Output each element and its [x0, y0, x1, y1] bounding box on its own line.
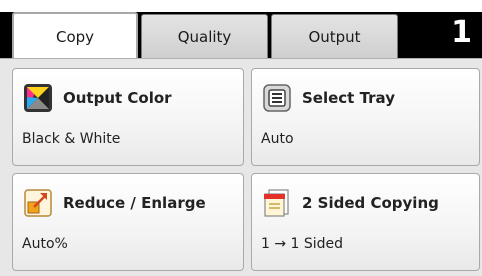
two-sided-copying-value: 1 → 1 Sided: [261, 236, 344, 252]
reduce-enlarge-value: Auto%: [22, 236, 68, 252]
tab-quality[interactable]: Quality: [141, 14, 268, 58]
two-sided-copying-title: 2 Sided Copying: [302, 194, 439, 212]
select-tray-icon: [263, 84, 291, 112]
reduce-enlarge-title: Reduce / Enlarge: [63, 194, 206, 212]
select-tray-title: Select Tray: [302, 89, 395, 107]
output-color-value: Black & White: [22, 131, 121, 147]
tab-copy[interactable]: Copy: [12, 12, 138, 59]
two-sided-copy-icon: [264, 189, 289, 217]
output-color-icon: [24, 84, 52, 112]
tab-output[interactable]: Output: [271, 14, 398, 58]
output-color-button[interactable]: Output Color Black & White: [12, 68, 244, 166]
tab-quality-label: Quality: [177, 27, 232, 46]
top-edge: [0, 0, 482, 12]
reduce-enlarge-button[interactable]: Reduce / Enlarge Auto%: [12, 173, 244, 271]
tab-output-label: Output: [308, 27, 361, 46]
page-number: 1: [451, 15, 472, 50]
reduce-enlarge-icon: [24, 189, 52, 217]
select-tray-value: Auto: [261, 131, 294, 147]
two-sided-copying-button[interactable]: 2 Sided Copying 1 → 1 Sided: [251, 173, 480, 271]
select-tray-button[interactable]: Select Tray Auto: [251, 68, 480, 166]
output-color-title: Output Color: [63, 89, 172, 107]
tab-copy-label: Copy: [55, 27, 95, 46]
